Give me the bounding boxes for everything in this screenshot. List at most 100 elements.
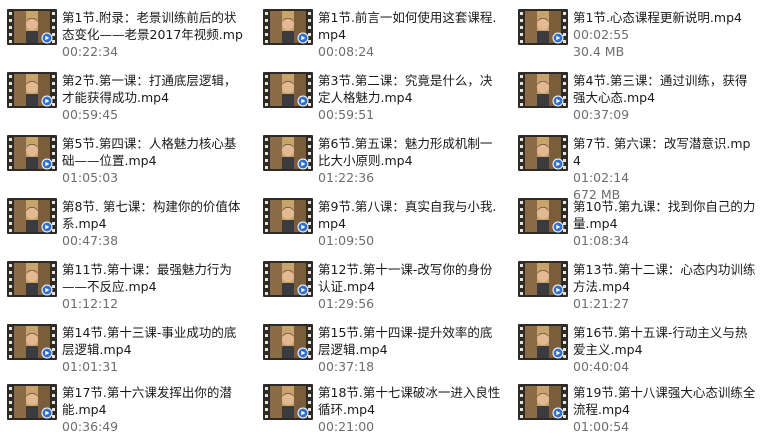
video-file-item[interactable]: 第13节.第十二课：心态内功训练方法.mp4 01:21:27 <box>511 252 761 312</box>
file-duration: 00:37:18 <box>318 359 375 374</box>
file-duration: 01:08:34 <box>573 233 630 248</box>
file-duration: 00:08:24 <box>318 44 375 59</box>
video-file-item[interactable]: 第9节.第八课：真实自我与小我.mp4 01:09:50 <box>256 189 506 249</box>
video-thumbnail <box>518 198 568 234</box>
video-file-item[interactable]: 第14节.第十三课-事业成功的底层逻辑.mp4 01:01:31 <box>0 315 250 375</box>
file-duration: 01:29:56 <box>318 296 375 311</box>
video-thumbnail <box>263 72 313 108</box>
video-file-icon <box>263 72 313 108</box>
video-file-icon <box>7 198 57 234</box>
file-duration: 01:05:03 <box>62 170 119 185</box>
file-duration: 01:02:14 <box>573 170 630 185</box>
video-thumbnail <box>518 324 568 360</box>
video-file-icon <box>518 198 568 234</box>
video-file-icon <box>518 324 568 360</box>
video-thumbnail <box>518 261 568 297</box>
video-file-item[interactable]: 第8节. 第七课：构建你的价值体系.mp4 00:47:38 <box>0 189 250 249</box>
file-grid: 第1节.附录：老景训练前后的状态变化——老景2017年视频.mp4 00:22:… <box>0 0 772 445</box>
file-name: 第8节. 第七课：构建你的价值体系.mp4 <box>62 199 241 231</box>
video-file-item[interactable]: 第1节.心态课程更新说明.mp4 00:02:55 30.4 MB <box>511 0 761 60</box>
file-name: 第5节.第四课：人格魅力核心基础——位置.mp4 <box>62 136 237 168</box>
video-thumbnail <box>7 324 57 360</box>
file-duration: 00:47:38 <box>62 233 119 248</box>
video-file-item[interactable]: 第3节.第二课：究竟是什么，决定人格魅力.mp4 00:59:51 <box>256 63 506 123</box>
video-thumbnail <box>263 135 313 171</box>
video-file-icon <box>7 135 57 171</box>
video-thumbnail <box>518 384 568 420</box>
video-file-item[interactable]: 第17节.第十六课发挥出你的潜能.mp4 00:36:49 <box>0 375 250 435</box>
video-thumbnail <box>7 384 57 420</box>
video-thumbnail <box>263 261 313 297</box>
video-file-icon <box>263 384 313 420</box>
video-file-icon <box>7 261 57 297</box>
file-name: 第4节.第三课：通过训练，获得强大心态.mp4 <box>573 73 748 105</box>
file-duration: 01:09:50 <box>318 233 375 248</box>
video-file-icon <box>7 9 57 45</box>
file-duration: 01:12:12 <box>62 296 119 311</box>
video-file-item[interactable]: 第10节.第九课：找到你自己的力量.mp4 01:08:34 <box>511 189 761 249</box>
file-name: 第17节.第十六课发挥出你的潜能.mp4 <box>62 385 232 417</box>
video-file-item[interactable]: 第11节.第十课：最强魅力行为——不反应.mp4 01:12:12 <box>0 252 250 312</box>
video-file-icon <box>263 324 313 360</box>
file-name: 第11节.第十课：最强魅力行为——不反应.mp4 <box>62 262 232 294</box>
file-duration: 00:40:04 <box>573 359 630 374</box>
video-file-icon <box>263 261 313 297</box>
video-file-item[interactable]: 第16节.第十五课-行动主义与热爱主义.mp4 00:40:04 <box>511 315 761 375</box>
video-thumbnail <box>518 9 568 45</box>
video-thumbnail <box>7 135 57 171</box>
file-name: 第1节.前言一如何使用这套课程.mp4 <box>318 10 497 42</box>
file-duration: 00:37:09 <box>573 107 630 122</box>
file-name: 第1节.附录：老景训练前后的状态变化——老景2017年视频.mp4 <box>62 10 243 42</box>
video-file-icon <box>263 135 313 171</box>
file-duration: 01:22:36 <box>318 170 375 185</box>
file-name: 第1节.心态课程更新说明.mp4 <box>573 10 742 25</box>
video-file-icon <box>518 384 568 420</box>
video-file-item[interactable]: 第18节.第十七课破冰一进入良性循环.mp4 00:21:00 <box>256 375 506 435</box>
video-thumbnail <box>7 261 57 297</box>
video-file-item[interactable]: 第7节. 第六课：改写潜意识.mp4 01:02:14 672 MB <box>511 126 761 202</box>
video-file-icon <box>518 72 568 108</box>
file-name: 第18节.第十七课破冰一进入良性循环.mp4 <box>318 385 501 417</box>
file-duration: 01:21:27 <box>573 296 630 311</box>
video-thumbnail <box>518 135 568 171</box>
video-file-icon <box>7 72 57 108</box>
video-thumbnail <box>7 198 57 234</box>
video-file-item[interactable]: 第2节.第一课：打通底层逻辑，才能获得成功.mp4 00:59:45 <box>0 63 250 123</box>
video-file-icon <box>7 324 57 360</box>
file-name: 第2节.第一课：打通底层逻辑，才能获得成功.mp4 <box>62 73 237 105</box>
video-file-item[interactable]: 第1节.前言一如何使用这套课程.mp4 00:08:24 <box>256 0 506 60</box>
video-file-item[interactable]: 第4节.第三课：通过训练，获得强大心态.mp4 00:37:09 <box>511 63 761 123</box>
video-file-icon <box>518 261 568 297</box>
file-size: 30.4 MB <box>573 44 625 59</box>
file-name: 第16节.第十五课-行动主义与热爱主义.mp4 <box>573 325 748 357</box>
file-name: 第3节.第二课：究竟是什么，决定人格魅力.mp4 <box>318 73 493 105</box>
file-name: 第12节.第十一课-改写你的身份认证.mp4 <box>318 262 493 294</box>
file-duration: 00:21:00 <box>318 419 375 434</box>
file-duration: 01:01:31 <box>62 359 119 374</box>
video-file-item[interactable]: 第6节.第五课：魅力形成机制一比大小原则.mp4 01:22:36 <box>256 126 506 186</box>
video-file-item[interactable]: 第19节.第十八课强大心态训练全流程.mp4 01:00:54 <box>511 375 761 435</box>
file-name: 第9节.第八课：真实自我与小我.mp4 <box>318 199 497 231</box>
video-file-item[interactable]: 第1节.附录：老景训练前后的状态变化——老景2017年视频.mp4 00:22:… <box>0 0 250 60</box>
video-file-item[interactable]: 第15节.第十四课-提升效率的底层逻辑.mp4 00:37:18 <box>256 315 506 375</box>
file-name: 第10节.第九课：找到你自己的力量.mp4 <box>573 199 756 231</box>
video-file-item[interactable]: 第5节.第四课：人格魅力核心基础——位置.mp4 01:05:03 <box>0 126 250 186</box>
video-file-icon <box>518 9 568 45</box>
video-thumbnail <box>7 72 57 108</box>
video-file-icon <box>518 135 568 171</box>
video-file-icon <box>263 9 313 45</box>
file-name: 第7节. 第六课：改写潜意识.mp4 <box>573 136 751 168</box>
file-name: 第15节.第十四课-提升效率的底层逻辑.mp4 <box>318 325 493 357</box>
file-name: 第14节.第十三课-事业成功的底层逻辑.mp4 <box>62 325 237 357</box>
video-file-item[interactable]: 第12节.第十一课-改写你的身份认证.mp4 01:29:56 <box>256 252 506 312</box>
video-thumbnail <box>263 9 313 45</box>
video-thumbnail <box>263 324 313 360</box>
file-duration: 00:59:51 <box>318 107 375 122</box>
video-thumbnail <box>263 384 313 420</box>
file-duration: 00:36:49 <box>62 419 119 434</box>
file-duration: 00:22:34 <box>62 44 119 59</box>
file-duration: 00:59:45 <box>62 107 119 122</box>
video-file-icon <box>7 384 57 420</box>
video-file-icon <box>263 198 313 234</box>
video-thumbnail <box>263 198 313 234</box>
